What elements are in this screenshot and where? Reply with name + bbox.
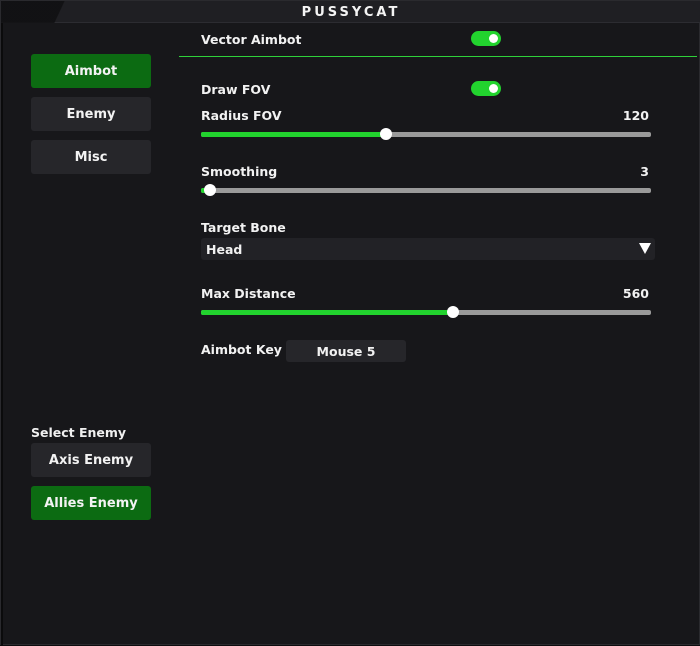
aimbot-key-button[interactable]: Mouse 5 (286, 340, 406, 362)
tab-misc[interactable]: Misc (31, 140, 151, 174)
radius-fov-slider[interactable] (201, 128, 651, 140)
window-left-edge (1, 23, 3, 646)
draw-fov-toggle[interactable] (471, 81, 501, 96)
slider-fill (201, 310, 453, 315)
draw-fov-label: Draw FOV (201, 82, 271, 97)
slider-fill (201, 132, 386, 137)
window-title: PUSSYCAT (301, 5, 401, 20)
toggle-knob (489, 34, 498, 43)
max-distance-slider[interactable] (201, 306, 651, 318)
aimbot-key-label: Aimbot Key (201, 342, 282, 357)
slider-thumb[interactable] (380, 128, 392, 140)
target-bone-dropdown[interactable]: Head (201, 238, 655, 260)
select-enemy-label: Select Enemy (31, 425, 127, 440)
radius-fov-value: 120 (622, 108, 649, 123)
toggle-knob (489, 84, 498, 93)
app-window: PUSSYCAT Aimbot Enemy Misc Select Enemy … (0, 0, 700, 646)
target-bone-label: Target Bone (201, 220, 286, 235)
max-distance-label: Max Distance (201, 286, 296, 301)
vector-aimbot-toggle[interactable] (471, 31, 501, 46)
dropdown-arrow-icon (639, 243, 651, 254)
axis-enemy-button[interactable]: Axis Enemy (31, 443, 151, 477)
max-distance-value: 560 (622, 286, 649, 301)
slider-thumb[interactable] (447, 306, 459, 318)
smoothing-slider[interactable] (201, 184, 651, 196)
target-bone-selected: Head (206, 242, 243, 257)
tab-aimbot[interactable]: Aimbot (31, 54, 151, 88)
allies-enemy-button[interactable]: Allies Enemy (31, 486, 151, 520)
title-bar[interactable]: PUSSYCAT (1, 1, 700, 23)
smoothing-value: 3 (640, 164, 649, 179)
tab-enemy[interactable]: Enemy (31, 97, 151, 131)
smoothing-label: Smoothing (201, 164, 278, 179)
slider-thumb[interactable] (204, 184, 216, 196)
vector-aimbot-label: Vector Aimbot (201, 32, 302, 47)
radius-fov-label: Radius FOV (201, 108, 282, 123)
